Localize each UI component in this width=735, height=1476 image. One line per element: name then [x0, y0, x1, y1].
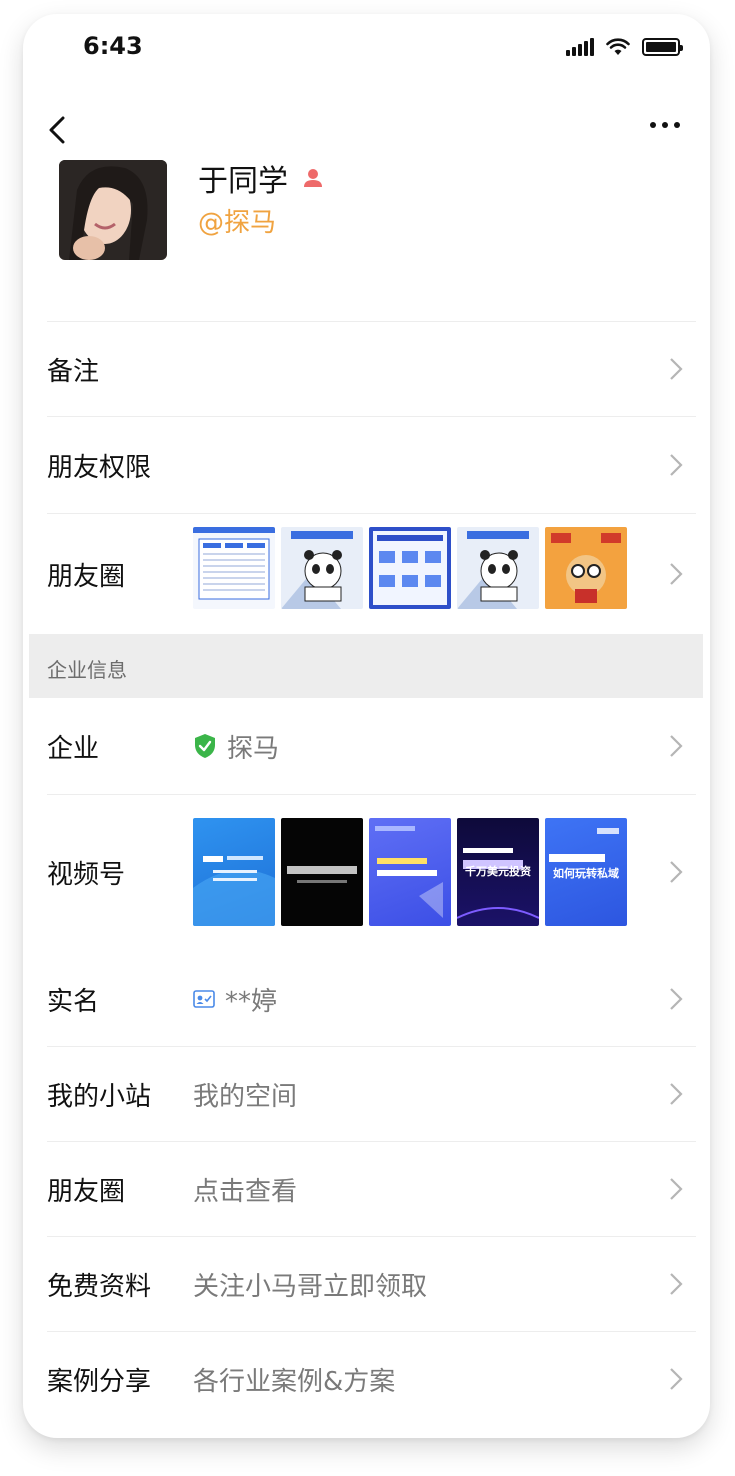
back-icon[interactable]	[43, 110, 73, 150]
status-time: 6:43	[83, 32, 143, 60]
status-icons	[566, 38, 683, 56]
real-name-value: **婷	[225, 986, 278, 1017]
row-value: 各行业案例&方案	[193, 1366, 396, 1397]
profile-header: 于同学 @探马	[23, 156, 710, 316]
row-label: 企业	[47, 733, 100, 764]
row-value: **婷	[193, 981, 277, 1018]
row-label: 案例分享	[47, 1366, 152, 1397]
chevron-right-icon	[670, 563, 683, 585]
signal-icon	[566, 38, 594, 56]
row-label: 朋友权限	[47, 452, 152, 483]
channel-thumb[interactable]	[281, 818, 363, 926]
row-real-name[interactable]: 实名 **婷	[23, 952, 710, 1046]
channel-thumb[interactable]: 千万美元投资	[457, 818, 539, 926]
row-label: 免费资料	[47, 1271, 152, 1302]
moments-thumb[interactable]	[193, 527, 275, 609]
moments-thumb[interactable]	[457, 527, 539, 609]
nav-bar	[23, 102, 710, 158]
row-case-share[interactable]: 案例分享 各行业案例&方案	[23, 1332, 710, 1426]
moments-thumb[interactable]	[281, 527, 363, 609]
row-label: 朋友圈	[47, 561, 126, 592]
phone-screen: 6:43 于同学 @探马 备注 朋友权限 朋友圈 企业信息 企业 探马 视频号 …	[23, 14, 710, 1438]
row-value: 点击查看	[193, 1176, 298, 1207]
row-value: 探马	[193, 728, 279, 765]
name-row: 于同学	[198, 156, 324, 200]
chevron-right-icon	[670, 358, 683, 380]
chevron-right-icon	[670, 735, 683, 757]
row-moments-gallery[interactable]: 朋友圈	[23, 514, 710, 634]
chevron-right-icon	[670, 1178, 683, 1200]
row-label: 我的小站	[47, 1081, 152, 1112]
row-value: 我的空间	[193, 1081, 298, 1112]
row-label: 视频号	[47, 859, 126, 890]
avatar[interactable]	[59, 160, 167, 260]
row-enterprise[interactable]: 企业 探马	[23, 698, 710, 794]
contact-name: 于同学	[198, 164, 288, 199]
row-label: 实名	[47, 986, 100, 1017]
chevron-right-icon	[670, 1368, 683, 1390]
row-label: 朋友圈	[47, 1176, 126, 1207]
chevron-right-icon	[670, 1273, 683, 1295]
channel-thumb[interactable]	[369, 818, 451, 926]
moments-thumb[interactable]	[545, 527, 627, 609]
enterprise-name: 探马	[227, 733, 280, 764]
moments-thumb[interactable]	[369, 527, 451, 609]
row-free-materials[interactable]: 免费资料 关注小马哥立即领取	[23, 1237, 710, 1331]
chevron-right-icon	[670, 988, 683, 1010]
section-header-enterprise-info: 企业信息	[29, 634, 703, 698]
channel-thumb[interactable]: 如何玩转私域	[545, 818, 627, 926]
moments-thumbnails	[193, 527, 627, 609]
chevron-right-icon	[670, 1083, 683, 1105]
row-remark[interactable]: 备注	[23, 322, 710, 416]
battery-icon	[642, 38, 683, 56]
row-friend-permission[interactable]: 朋友权限	[23, 417, 710, 513]
chevron-right-icon	[670, 454, 683, 476]
chevron-right-icon	[670, 861, 683, 883]
thumb-caption: 如何玩转私域	[553, 867, 619, 880]
row-moments-link[interactable]: 朋友圈 点击查看	[23, 1142, 710, 1236]
shield-check-icon	[195, 734, 215, 758]
row-label: 备注	[47, 356, 100, 387]
id-card-icon	[193, 990, 215, 1008]
thumb-caption: 千万美元投资	[465, 865, 531, 878]
row-value: 关注小马哥立即领取	[193, 1271, 428, 1302]
channel-thumb[interactable]	[193, 818, 275, 926]
row-my-site[interactable]: 我的小站 我的空间	[23, 1047, 710, 1141]
person-icon	[304, 169, 322, 187]
channel-thumbnails: 千万美元投资 如何玩转私域	[193, 818, 627, 926]
section-header-label: 企业信息	[47, 658, 127, 682]
wifi-icon	[606, 38, 630, 55]
row-channels[interactable]: 视频号 千万美元投资 如何玩转私域	[23, 795, 710, 949]
more-dots-icon[interactable]	[644, 116, 686, 134]
status-bar: 6:43	[23, 14, 710, 86]
company-handle: @探马	[198, 208, 277, 238]
